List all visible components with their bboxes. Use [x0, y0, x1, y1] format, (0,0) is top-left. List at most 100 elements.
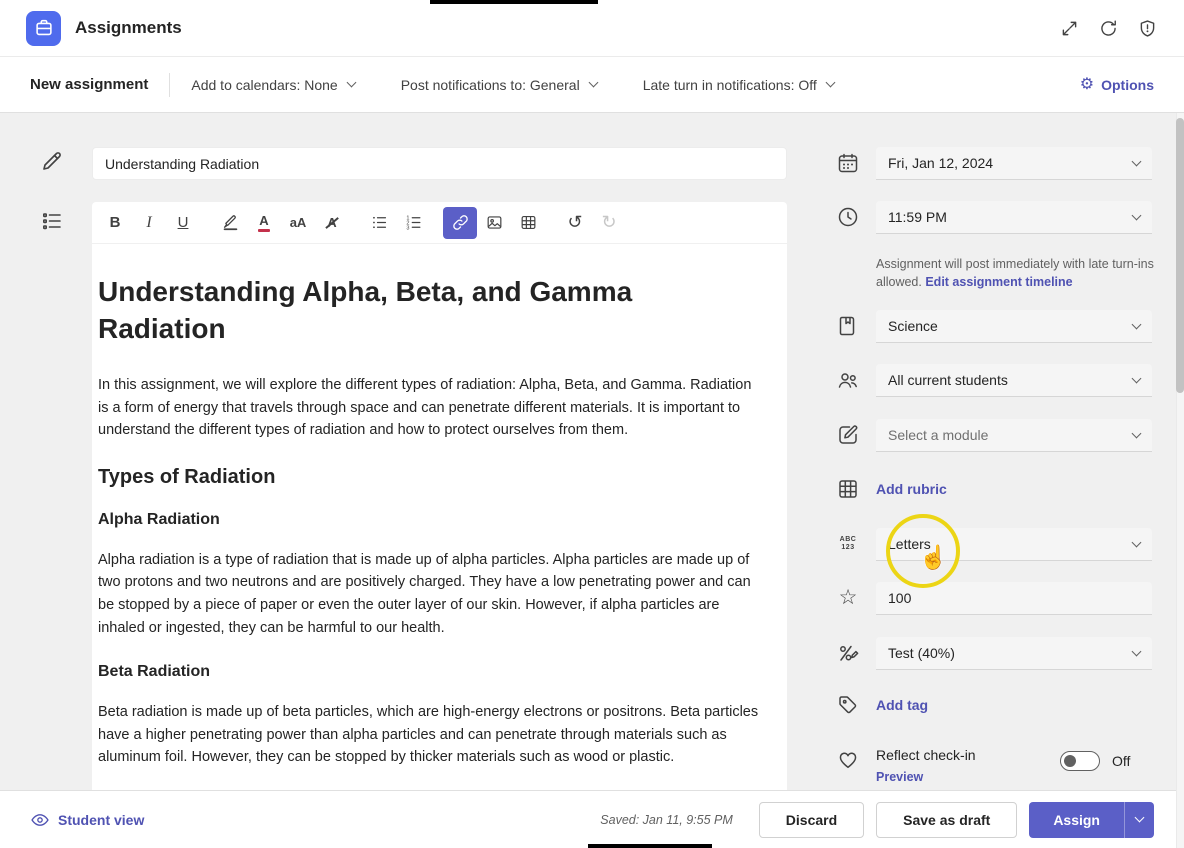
underline-button[interactable]: U — [166, 207, 200, 239]
grading-scheme-value: Letters — [888, 536, 931, 552]
clear-format-button[interactable]: A — [315, 207, 349, 239]
font-color-glyph: A — [259, 214, 268, 227]
points-input[interactable]: 100 — [876, 582, 1152, 615]
doc-paragraph-beta: Beta radiation is made up of beta partic… — [98, 701, 761, 769]
bold-button[interactable]: B — [98, 207, 132, 239]
image-icon — [485, 213, 504, 232]
module-dropdown[interactable]: Select a module — [876, 419, 1152, 452]
numbered-list-icon: 1 2 3 — [404, 213, 423, 232]
shield-icon[interactable] — [1137, 18, 1158, 39]
doc-heading-1: Understanding Alpha, Beta, and Gamma Rad… — [98, 274, 761, 348]
students-icon — [836, 368, 860, 392]
add-rubric-link[interactable]: Add rubric — [876, 481, 947, 497]
calendars-dropdown[interactable]: Add to calendars: None — [191, 77, 354, 93]
highlighter-icon — [221, 213, 240, 232]
italic-button[interactable]: I — [132, 207, 166, 239]
module-placeholder: Select a module — [888, 427, 988, 443]
due-time-value: 11:59 PM — [888, 209, 947, 225]
bullet-list-button[interactable] — [362, 207, 396, 239]
insert-table-button[interactable] — [511, 207, 545, 239]
font-color-button[interactable]: A — [247, 207, 281, 239]
assign-dropdown-button[interactable] — [1124, 802, 1154, 838]
font-color-bar — [258, 229, 270, 232]
instructions-editor[interactable]: Understanding Alpha, Beta, and Gamma Rad… — [92, 244, 787, 790]
post-notifications-label: Post notifications to: General — [401, 77, 580, 93]
main-area: B I U A aA A — [0, 113, 1176, 790]
assign-button[interactable]: Assign — [1029, 802, 1124, 838]
scrollbar-thumb[interactable] — [1176, 118, 1184, 393]
reflect-checkin-label: Reflect check-in — [876, 747, 976, 763]
module-icon — [836, 423, 860, 447]
assign-split-button: Assign — [1029, 802, 1154, 838]
numbered-list-button[interactable]: 1 2 3 — [396, 207, 430, 239]
assignments-app-icon — [26, 11, 61, 46]
app-header: Assignments — [0, 0, 1184, 57]
class-value: Science — [888, 318, 938, 334]
options-label: Options — [1101, 77, 1154, 93]
late-notifications-dropdown[interactable]: Late turn in notifications: Off — [643, 77, 834, 93]
points-star-icon: ☆ — [836, 586, 860, 610]
grading-category-dropdown[interactable]: Test (40%) — [876, 637, 1152, 670]
grading-scheme-dropdown[interactable]: Letters — [876, 528, 1152, 561]
chevron-down-icon — [588, 78, 598, 88]
assignments-window: Assignments Ne — [0, 0, 1184, 848]
bullet-list-icon — [370, 213, 389, 232]
discard-button[interactable]: Discard — [759, 802, 864, 838]
toggle-knob — [1064, 755, 1076, 767]
chevron-down-icon — [1135, 813, 1145, 823]
save-draft-button[interactable]: Save as draft — [876, 802, 1017, 838]
doc-heading-alpha: Alpha Radiation — [98, 511, 761, 529]
undo-button[interactable]: ↺ — [558, 207, 592, 239]
chevron-down-icon — [1132, 428, 1142, 438]
students-dropdown[interactable]: All current students — [876, 364, 1152, 397]
calendars-dropdown-label: Add to calendars: None — [191, 77, 337, 93]
add-tag-link[interactable]: Add tag — [876, 697, 928, 713]
format-toolbar: B I U A aA A — [92, 202, 787, 244]
assignment-title-input[interactable] — [92, 147, 787, 180]
chevron-down-icon — [346, 78, 356, 88]
chevron-down-icon — [1132, 210, 1142, 220]
insert-link-button[interactable] — [443, 207, 477, 239]
header-actions — [1059, 18, 1158, 39]
reflect-toggle[interactable] — [1060, 751, 1100, 771]
heart-icon — [836, 747, 860, 771]
edit-timeline-link[interactable]: Edit assignment timeline — [925, 275, 1072, 289]
chevron-down-icon — [1132, 319, 1142, 329]
due-time-dropdown[interactable]: 11:59 PM — [876, 201, 1152, 234]
notebook-icon — [836, 314, 860, 338]
timeline-note: Assignment will post immediately with la… — [876, 255, 1156, 291]
class-dropdown[interactable]: Science — [876, 310, 1152, 343]
points-value: 100 — [888, 590, 911, 606]
footer-bar: Student view Saved: Jan 11, 9:55 PM Disc… — [0, 790, 1184, 848]
students-value: All current students — [888, 372, 1008, 388]
reflect-toggle-state: Off — [1112, 751, 1130, 771]
chevron-down-icon — [1132, 156, 1142, 166]
gear-icon: ⚙ — [1080, 77, 1094, 93]
divider — [169, 73, 170, 97]
screen-artifact-top — [430, 0, 598, 4]
reflect-preview-link[interactable]: Preview — [876, 770, 923, 784]
post-notifications-dropdown[interactable]: Post notifications to: General — [401, 77, 597, 93]
eye-icon — [30, 810, 50, 830]
instructions-list-icon — [40, 209, 64, 233]
chevron-down-icon — [825, 78, 835, 88]
font-size-button[interactable]: aA — [281, 207, 315, 239]
highlight-button[interactable] — [213, 207, 247, 239]
student-view-button[interactable]: Student view — [30, 810, 144, 830]
tag-icon — [836, 693, 860, 717]
screen-artifact-bottom — [588, 844, 712, 848]
student-view-label: Student view — [58, 812, 144, 828]
options-button[interactable]: ⚙ Options — [1080, 77, 1154, 93]
expand-icon[interactable] — [1059, 18, 1080, 39]
due-date-dropdown[interactable]: Fri, Jan 12, 2024 — [876, 147, 1152, 180]
abc-icon-bottom: 123 — [836, 544, 860, 552]
table-icon — [519, 213, 538, 232]
page-title: Assignments — [75, 18, 182, 38]
insert-image-button[interactable] — [477, 207, 511, 239]
refresh-icon[interactable] — [1098, 18, 1119, 39]
edit-title-pencil-icon — [40, 149, 64, 173]
tab-new-assignment[interactable]: New assignment — [30, 76, 148, 93]
svg-text:3: 3 — [406, 226, 409, 232]
star-glyph: ☆ — [836, 586, 860, 610]
saved-timestamp: Saved: Jan 11, 9:55 PM — [600, 813, 733, 827]
